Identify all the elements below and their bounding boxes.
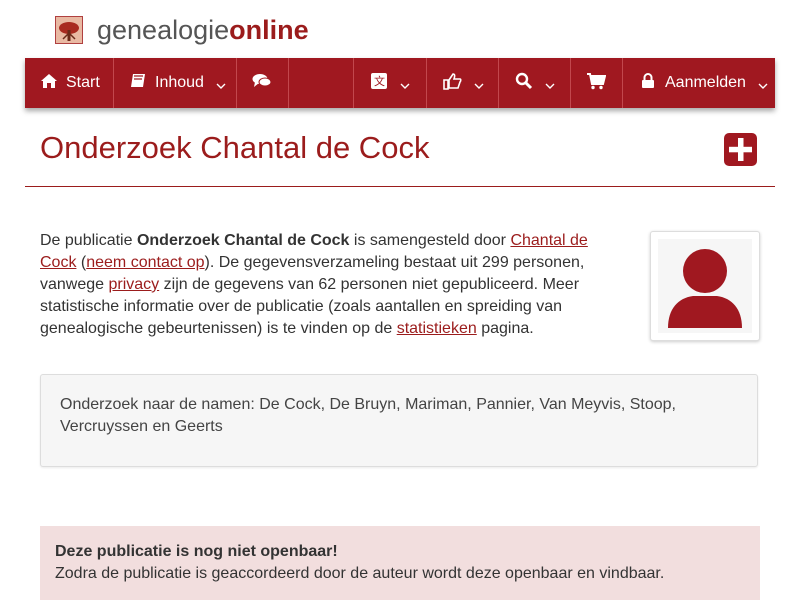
intro-text: De publicatie <box>40 232 137 249</box>
page-title: Onderzoek Chantal de Cock <box>40 130 430 165</box>
intro-text: pagina. <box>476 320 534 337</box>
comments-icon <box>252 73 272 94</box>
search-icon <box>515 72 533 95</box>
alert-title: Deze publicatie is nog niet openbaar! <box>55 543 338 560</box>
publication-intro: De publicatie Onderzoek Chantal de Cock … <box>40 230 610 340</box>
logo-text-plain: genealogie <box>97 14 230 45</box>
nav-forum[interactable] <box>237 58 289 108</box>
site-logo-text: genealogieonline <box>97 15 309 46</box>
chevron-down-icon <box>216 78 226 89</box>
chevron-down-icon <box>400 78 410 89</box>
nav-like[interactable] <box>427 58 499 108</box>
nav-start[interactable]: Start <box>25 58 114 108</box>
thumbs-up-icon <box>442 72 462 95</box>
nav-inhoud[interactable]: Inhoud <box>114 58 237 108</box>
intro-text: is samengesteld door <box>349 232 511 249</box>
publication-name: Onderzoek Chantal de Cock <box>136 232 350 249</box>
privacy-link[interactable]: privacy <box>109 276 160 293</box>
language-icon: 文 <box>370 72 388 95</box>
contact-link[interactable]: neem contact op <box>86 254 204 271</box>
chevron-down-icon <box>545 78 555 89</box>
statistics-link[interactable]: statistieken <box>397 320 477 337</box>
nav-language[interactable]: 文 <box>354 58 427 108</box>
add-button[interactable] <box>724 133 757 166</box>
svg-text:文: 文 <box>374 74 385 88</box>
alert-body: Zodra de publicatie is geaccordeerd door… <box>55 565 665 582</box>
nav-search[interactable] <box>499 58 571 108</box>
avatar-image <box>658 239 752 333</box>
intro-text: ( <box>76 254 87 271</box>
author-avatar[interactable] <box>650 231 760 341</box>
plus-square-icon <box>729 138 752 161</box>
chevron-down-icon <box>474 78 484 89</box>
nav-login-label: Aanmelden <box>665 74 746 91</box>
not-public-alert: Deze publicatie is nog niet openbaar! Zo… <box>40 526 760 600</box>
nav-login[interactable]: Aanmelden <box>623 58 775 108</box>
cart-icon <box>586 72 607 95</box>
title-row: Onderzoek Chantal de Cock <box>25 120 775 187</box>
home-icon <box>40 73 58 94</box>
researched-names: Onderzoek naar de namen: De Cock, De Bru… <box>40 374 758 467</box>
logo-text-bold: online <box>229 14 309 45</box>
tree-logo-icon <box>55 16 83 44</box>
user-icon <box>668 249 742 328</box>
nav-start-label: Start <box>66 74 100 91</box>
main-navbar: Start Inhoud 文 Aanmelden <box>25 58 775 108</box>
lock-icon <box>641 72 655 94</box>
nav-spacer <box>289 58 354 108</box>
site-logo[interactable]: genealogieonline <box>55 14 309 46</box>
nav-inhoud-label: Inhoud <box>155 74 204 91</box>
chevron-down-icon <box>758 78 768 89</box>
nav-cart[interactable] <box>571 58 623 108</box>
book-icon <box>130 73 147 94</box>
